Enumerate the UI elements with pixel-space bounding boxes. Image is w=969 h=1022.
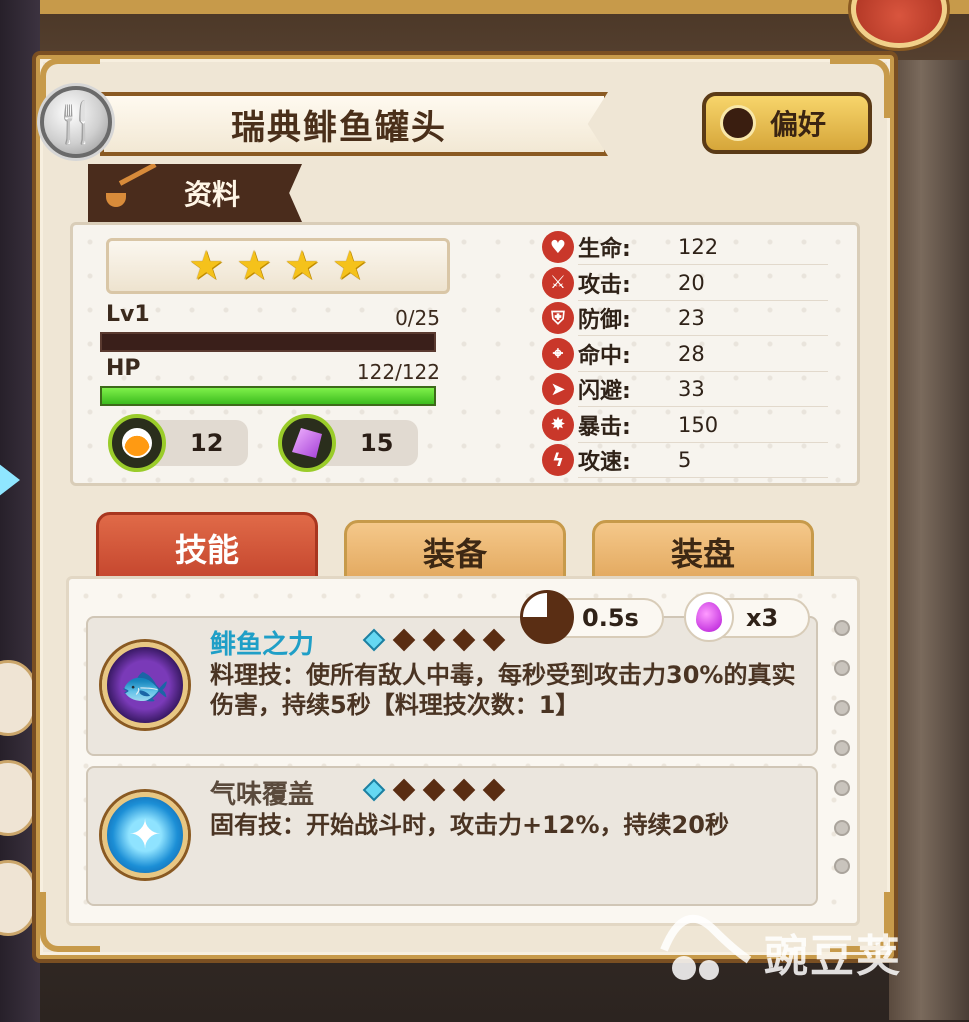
stat-value: 20 — [678, 270, 705, 295]
scroll-dot — [834, 660, 850, 676]
stat-name: 攻击: — [578, 272, 631, 298]
stat-name: 暴击: — [578, 414, 631, 440]
star-rating: ★ ★ ★ ★ — [106, 238, 450, 294]
stat-row: ⛨ 防御: 23 — [542, 301, 832, 335]
star-icon: ★ — [331, 243, 368, 289]
watermark: 豌豆荚 — [654, 890, 944, 1000]
potion-icon — [108, 414, 166, 472]
preference-label: 偏好 — [770, 108, 827, 141]
pip-empty-icon — [422, 628, 446, 652]
stat-row: ➤ 闪避: 33 — [542, 372, 832, 406]
dodge-icon: ➤ — [542, 373, 574, 405]
hp-bar — [100, 386, 436, 406]
pip-empty-icon — [392, 778, 416, 802]
crystal-value: 15 — [360, 429, 394, 457]
top-frame-bar — [0, 0, 969, 14]
cooldown-indicator: 0.5s — [520, 590, 664, 644]
potion-value: 12 — [190, 429, 224, 457]
stat-divider — [578, 477, 828, 478]
right-backdrop — [889, 60, 969, 1020]
info-tab[interactable]: 资料 — [88, 164, 302, 222]
pip-empty-icon — [392, 628, 416, 652]
stat-value: 5 — [678, 448, 692, 472]
crit-icon: ✸ — [542, 408, 574, 441]
clock-icon — [520, 590, 574, 644]
stat-row: ✸ 暴击: 150 — [542, 408, 832, 442]
scroll-dot — [834, 858, 850, 874]
item-title: 瑞典鲱鱼罐头 — [231, 107, 447, 148]
tab-equipment[interactable]: 装备 — [344, 520, 566, 584]
pip-empty-icon — [452, 628, 476, 652]
tab-equipment-label: 装备 — [422, 535, 487, 573]
hp-bar-fill — [102, 388, 434, 404]
scroll-dot — [834, 820, 850, 836]
hp-value: 122/122 — [356, 360, 440, 384]
hp-label: HP — [106, 356, 141, 381]
title-banner: 瑞典鲱鱼罐头 — [100, 92, 608, 156]
skill-name: 气味覆盖 — [210, 780, 315, 810]
crystal-icon — [278, 414, 336, 472]
fish-crown-icon: 🐟 — [102, 642, 188, 728]
level-progress-bar — [100, 332, 436, 352]
stat-name: 攻速: — [578, 450, 631, 475]
skill-name: 鲱鱼之力 — [210, 630, 315, 660]
skill-description: 固有技：开始战斗时，攻击力+12%，持续20秒 — [210, 811, 729, 839]
fork-icon: 🍴 — [40, 86, 112, 158]
watermark-text: 豌豆荚 — [764, 931, 902, 982]
stat-row: ϟ 攻速: 5 — [542, 443, 832, 477]
stat-value: 150 — [678, 412, 719, 437]
pip-empty-icon — [422, 778, 446, 802]
level-value: 0/25 — [395, 306, 440, 330]
skill-card[interactable]: ✦ 气味覆盖 固有技：开始战斗时，攻击力+12%，持续20秒 — [86, 766, 818, 906]
preference-button[interactable]: 偏好 — [702, 92, 872, 154]
pip-filled-icon — [362, 778, 386, 802]
ladle-icon — [106, 175, 160, 211]
stat-row: ⚔ 攻击: 20 — [542, 266, 832, 300]
uses-value: x3 — [746, 604, 779, 632]
heart-icon: ♥ — [542, 231, 574, 263]
crystal-star-icon: ✦ — [102, 792, 188, 878]
watermark-logo-icon — [660, 914, 752, 980]
star-icon: ★ — [236, 243, 272, 289]
attack-icon: ⚔ — [542, 266, 574, 299]
stat-name: 命中: — [578, 343, 631, 369]
pip-empty-icon — [482, 628, 506, 652]
uses-indicator: x3 — [684, 592, 810, 642]
cooldown-value: 0.5s — [582, 604, 639, 632]
crosshair-icon: ⌖ — [542, 337, 574, 370]
scroll-dot — [834, 620, 850, 636]
drop-icon — [684, 592, 734, 642]
tab-skills[interactable]: 技能 — [96, 512, 318, 584]
stat-name: 闪避: — [578, 379, 631, 404]
tab-skills-label: 技能 — [174, 531, 239, 569]
info-tab-label: 资料 — [184, 178, 241, 211]
stat-value: 33 — [678, 377, 705, 401]
star-icon: ★ — [188, 243, 225, 289]
stat-row: ♥ 生命: 122 — [542, 230, 832, 264]
pip-empty-icon — [452, 778, 476, 802]
scroll-dot — [834, 780, 850, 796]
level-label: Lv1 — [106, 302, 150, 327]
stat-name: 生命: — [578, 237, 631, 262]
stat-value: 23 — [678, 306, 705, 330]
star-icon: ★ — [284, 243, 320, 289]
potion-count: 12 — [108, 414, 248, 472]
shield-icon: ⛨ — [542, 302, 574, 334]
tab-plate[interactable]: 装盘 — [592, 520, 814, 584]
lightning-icon: ϟ — [542, 444, 574, 476]
crystal-count: 15 — [278, 414, 418, 472]
tab-plate-label: 装盘 — [670, 535, 735, 573]
pip-empty-icon — [482, 778, 506, 802]
scroll-dot — [834, 700, 850, 716]
stat-value: 122 — [678, 235, 719, 259]
stat-row: ⌖ 命中: 28 — [542, 337, 832, 371]
pip-filled-icon — [362, 628, 386, 652]
preference-dot-icon — [720, 105, 756, 141]
skill-level-pips — [362, 778, 506, 802]
scroll-dot — [834, 740, 850, 756]
stat-name: 防御: — [578, 308, 631, 333]
skill-level-pips — [362, 628, 506, 652]
skill-description: 料理技：使所有敌人中毒，每秒受到攻击力30%的真实伤害，持续5秒【料理技次数：1… — [210, 661, 796, 719]
stat-value: 28 — [678, 341, 705, 366]
